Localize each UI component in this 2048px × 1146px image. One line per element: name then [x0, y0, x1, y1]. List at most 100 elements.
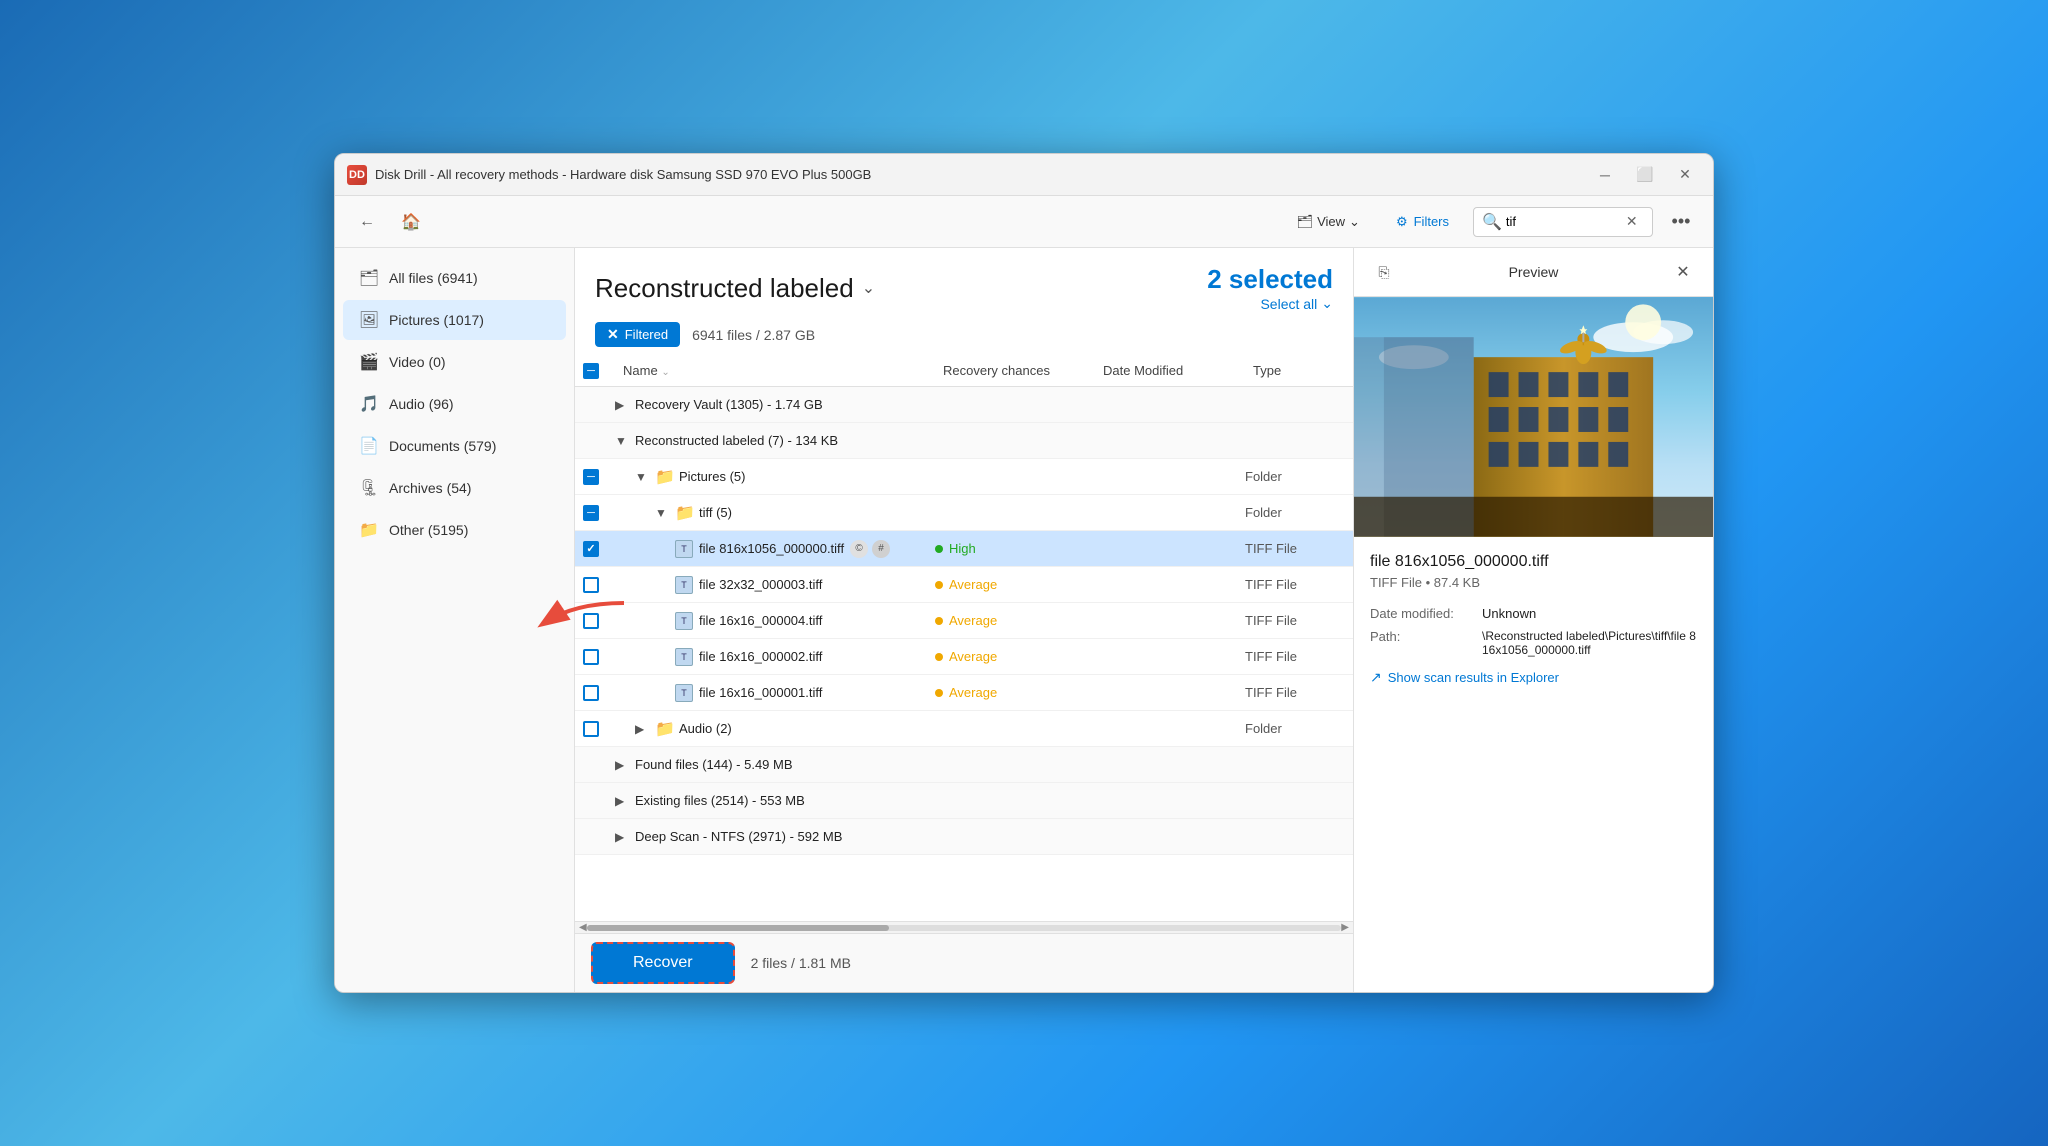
horizontal-scrollbar[interactable]: ◀ ▶ — [575, 921, 1353, 933]
header-checkbox[interactable] — [583, 363, 615, 379]
row-name-deep-scan: Deep Scan - NTFS (2971) - 592 MB — [635, 829, 935, 844]
filters-label: Filters — [1414, 214, 1449, 229]
header-checkbox-box[interactable] — [583, 363, 599, 379]
tiff-file-icon-file1: T — [675, 540, 699, 558]
preview-fileinfo: TIFF File • 87.4 KB — [1370, 575, 1697, 590]
search-input[interactable] — [1506, 214, 1626, 229]
row-cb-file-16x16-4[interactable] — [583, 613, 615, 629]
checkbox-file-816x1056[interactable] — [583, 541, 599, 557]
checkbox-file-32x32[interactable] — [583, 577, 599, 593]
sidebar-item-documents[interactable]: 📄 Documents (579) — [343, 426, 566, 466]
home-button[interactable]: 🏠 — [395, 206, 427, 238]
group-row-found-files[interactable]: ▶ Found files (144) - 5.49 MB — [575, 747, 1353, 783]
preview-image — [1354, 297, 1713, 537]
group-row-recovery-vault[interactable]: ▶ Recovery Vault (1305) - 1.74 GB — [575, 387, 1353, 423]
row-name-text-file-16x16-4: file 16x16_000004.tiff — [699, 613, 822, 628]
folder-icon-tiff: 📁 — [675, 503, 699, 523]
copy-preview-button[interactable]: ⎘ — [1370, 258, 1398, 286]
row-name-text-deep-scan: Deep Scan - NTFS (2971) - 592 MB — [635, 829, 842, 844]
recovery-label-avg-2: Average — [949, 577, 997, 592]
checkbox-file-16x16-4[interactable] — [583, 613, 599, 629]
preview-path-value: \Reconstructed labeled\Pictures\tiff\fil… — [1482, 629, 1697, 657]
sidebar-item-audio[interactable]: 🎵 Audio (96) — [343, 384, 566, 424]
close-button[interactable]: ✕ — [1669, 161, 1701, 189]
bottom-bar: Recover 2 files / 1.81 MB — [575, 933, 1353, 992]
checkbox-file-16x16-1[interactable] — [583, 685, 599, 701]
preview-panel: ⎘ Preview ✕ — [1353, 248, 1713, 992]
row-tiff-folder[interactable]: ▼ 📁 tiff (5) Folder — [575, 495, 1353, 531]
scroll-left-button[interactable]: ◀ — [579, 922, 587, 933]
expand-icon-audio-folder[interactable]: ▶ — [635, 722, 655, 736]
row-name-file-16x16-2: file 16x16_000002.tiff — [699, 649, 935, 664]
more-options-button[interactable]: ••• — [1665, 206, 1697, 238]
expand-icon-deep-scan[interactable]: ▶ — [615, 830, 635, 844]
recover-button[interactable]: Recover — [591, 942, 735, 984]
sidebar-label-archives: Archives (54) — [389, 480, 471, 496]
scrollbar-thumb[interactable] — [587, 925, 889, 931]
sidebar-item-pictures[interactable]: 🖼 Pictures (1017) — [343, 300, 566, 340]
content-title-chevron-icon[interactable]: ⌄ — [862, 278, 875, 298]
row-file-32x32[interactable]: T file 32x32_000003.tiff Average TIFF Fi… — [575, 567, 1353, 603]
row-cb-file-16x16-2[interactable] — [583, 649, 615, 665]
row-name-recovery-vault: Recovery Vault (1305) - 1.74 GB — [635, 397, 935, 412]
sidebar-item-other[interactable]: 📁 Other (5195) — [343, 510, 566, 550]
checkbox-tiff-folder[interactable] — [583, 505, 599, 521]
row-file-16x16-1[interactable]: T file 16x16_000001.tiff Average TIFF Fi… — [575, 675, 1353, 711]
row-cb-tiff-folder[interactable] — [583, 505, 615, 521]
preview-filename: file 816x1056_000000.tiff — [1370, 553, 1697, 571]
pictures-icon: 🖼 — [359, 310, 379, 330]
view-button[interactable]: 🗂 View ⌄ — [1285, 208, 1372, 236]
search-clear-button[interactable]: ✕ — [1626, 213, 1638, 230]
expand-icon-pictures-folder[interactable]: ▼ — [635, 470, 655, 484]
external-link-icon: ↗ — [1370, 669, 1382, 686]
filter-chip[interactable]: ✕ Filtered — [595, 322, 680, 347]
row-file-816x1056[interactable]: T file 816x1056_000000.tiff © # High — [575, 531, 1353, 567]
preview-metadata: Date modified: Unknown Path: \Reconstruc… — [1370, 606, 1697, 657]
row-name-audio-folder: Audio (2) — [679, 721, 935, 736]
row-recovery-file-16x16-4: Average — [935, 613, 1095, 628]
folder-icon-pictures: 📁 — [655, 467, 679, 487]
preview-meta-path-row: Path: \Reconstructed labeled\Pictures\ti… — [1370, 629, 1697, 657]
row-audio-folder[interactable]: ▶ 📁 Audio (2) Folder — [575, 711, 1353, 747]
scroll-right-button[interactable]: ▶ — [1341, 922, 1349, 933]
expand-icon-tiff-folder[interactable]: ▼ — [655, 506, 675, 520]
row-cb-file-32x32[interactable] — [583, 577, 615, 593]
sidebar-item-video[interactable]: 🎬 Video (0) — [343, 342, 566, 382]
checkbox-audio-folder[interactable] — [583, 721, 599, 737]
row-cb-file-816x1056[interactable] — [583, 541, 615, 557]
select-all-button[interactable]: Select all ⌄ — [1260, 295, 1333, 312]
row-name-text-tiff-folder: tiff (5) — [699, 505, 732, 520]
sidebar-item-archives[interactable]: 🗜 Archives (54) — [343, 468, 566, 508]
close-preview-button[interactable]: ✕ — [1669, 258, 1697, 286]
expand-icon-existing-files[interactable]: ▶ — [615, 794, 635, 808]
filters-button[interactable]: ⚙ Filters — [1384, 208, 1461, 236]
expand-icon-recovery-vault[interactable]: ▶ — [615, 398, 635, 412]
row-cb-file-16x16-1[interactable] — [583, 685, 615, 701]
row-cb-pictures-folder[interactable] — [583, 469, 615, 485]
expand-icon-reconstructed-labeled[interactable]: ▼ — [615, 434, 635, 448]
main-window: DD Disk Drill - All recovery methods - H… — [334, 153, 1714, 993]
checkbox-file-16x16-2[interactable] — [583, 649, 599, 665]
sidebar-item-all-files[interactable]: 🗂 All files (6941) — [343, 258, 566, 298]
row-cb-audio-folder[interactable] — [583, 721, 615, 737]
row-file-16x16-2[interactable]: T file 16x16_000002.tiff Average TIFF Fi… — [575, 639, 1353, 675]
expand-icon-found-files[interactable]: ▶ — [615, 758, 635, 772]
row-name-text-existing-files: Existing files (2514) - 553 MB — [635, 793, 805, 808]
maximize-button[interactable]: ⬜ — [1629, 161, 1661, 189]
preview-details: file 816x1056_000000.tiff TIFF File • 87… — [1354, 537, 1713, 992]
back-button[interactable]: ← — [351, 206, 383, 238]
row-file-16x16-4[interactable]: T file 16x16_000004.tiff Average TIFF Fi… — [575, 603, 1353, 639]
show-scan-results-button[interactable]: ↗ Show scan results in Explorer — [1370, 657, 1559, 698]
row-name-text-pictures-folder: Pictures (5) — [679, 469, 745, 484]
recovery-dot-avg-5 — [935, 689, 943, 697]
search-icon: 🔍 — [1482, 212, 1502, 232]
titlebar-controls: ─ ⬜ ✕ — [1589, 161, 1701, 189]
group-row-deep-scan[interactable]: ▶ Deep Scan - NTFS (2971) - 592 MB — [575, 819, 1353, 855]
minimize-button[interactable]: ─ — [1589, 161, 1621, 189]
row-pictures-folder[interactable]: ▼ 📁 Pictures (5) Folder — [575, 459, 1353, 495]
group-row-reconstructed-labeled[interactable]: ▼ Reconstructed labeled (7) - 134 KB — [575, 423, 1353, 459]
content-title: Reconstructed labeled ⌄ — [595, 273, 875, 304]
recovery-dot-avg-3 — [935, 617, 943, 625]
checkbox-pictures-folder[interactable] — [583, 469, 599, 485]
group-row-existing-files[interactable]: ▶ Existing files (2514) - 553 MB — [575, 783, 1353, 819]
